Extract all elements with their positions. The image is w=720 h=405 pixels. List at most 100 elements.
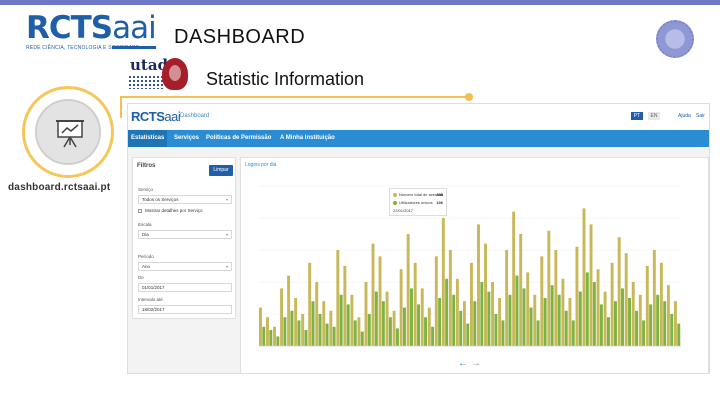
bar-total[interactable] — [448, 250, 452, 346]
bar-total[interactable] — [420, 288, 424, 346]
bar-total[interactable] — [582, 208, 586, 346]
bar-total[interactable] — [645, 266, 649, 346]
bar-unique[interactable] — [585, 272, 589, 346]
bar-total[interactable] — [470, 262, 473, 346]
bar-total[interactable] — [547, 230, 551, 346]
bar-unique[interactable] — [283, 317, 287, 346]
bar-total[interactable] — [596, 269, 600, 346]
bar-unique[interactable] — [311, 301, 315, 346]
lang-en-button[interactable]: EN — [648, 112, 660, 120]
bar-total[interactable] — [294, 298, 298, 346]
bar-total[interactable] — [673, 301, 677, 346]
bar-total[interactable] — [617, 237, 621, 346]
bar-unique[interactable] — [431, 326, 435, 346]
bar-total[interactable] — [259, 307, 262, 346]
bar-unique[interactable] — [325, 323, 329, 346]
period-select[interactable]: Ano ▾ — [138, 262, 232, 271]
bar-total[interactable] — [652, 250, 656, 346]
bar-unique[interactable] — [438, 298, 442, 346]
bar-total[interactable] — [406, 234, 410, 346]
bar-unique[interactable] — [642, 320, 646, 346]
bar-unique[interactable] — [290, 310, 294, 346]
bar-total[interactable] — [350, 294, 354, 346]
bar-total[interactable] — [512, 211, 516, 346]
bar-total[interactable] — [378, 256, 382, 346]
bar-total[interactable] — [287, 275, 291, 346]
bar-unique[interactable] — [395, 328, 399, 346]
bar-unique[interactable] — [677, 323, 681, 346]
detail-checkbox[interactable] — [138, 209, 142, 213]
logout-link[interactable]: Sair — [696, 113, 705, 119]
bar-unique[interactable] — [480, 282, 484, 346]
bar-total[interactable] — [610, 262, 614, 346]
bar-total[interactable] — [301, 314, 305, 346]
bar-unique[interactable] — [529, 307, 533, 346]
bar-unique[interactable] — [466, 323, 470, 346]
arrow-left-icon[interactable]: ← — [458, 358, 471, 369]
bar-total[interactable] — [427, 307, 431, 346]
bar-unique[interactable] — [508, 294, 512, 346]
bar-total[interactable] — [505, 250, 509, 346]
bar-unique[interactable] — [613, 301, 617, 346]
to-date-input[interactable]: 18/02/2017 — [138, 305, 232, 314]
bar-unique[interactable] — [360, 331, 364, 346]
bar-unique[interactable] — [262, 326, 266, 346]
bar-total[interactable] — [455, 278, 459, 346]
bar-total[interactable] — [273, 326, 276, 346]
bar-total[interactable] — [624, 253, 628, 346]
bar-unique[interactable] — [564, 310, 568, 346]
tab-servicos[interactable]: Serviços — [174, 130, 199, 147]
bar-unique[interactable] — [353, 320, 357, 346]
bar-total[interactable] — [399, 269, 403, 346]
from-date-input[interactable]: 01/01/2017 — [138, 283, 232, 292]
bar-total[interactable] — [477, 224, 480, 346]
bar-unique[interactable] — [592, 282, 596, 346]
bar-total[interactable] — [462, 301, 466, 346]
clear-filters-button[interactable]: Limpar — [209, 165, 233, 176]
bar-unique[interactable] — [410, 288, 413, 346]
lang-pt-button[interactable]: PT — [631, 112, 643, 120]
dashboard-logo[interactable]: RCTSaai — [131, 109, 181, 124]
bar-unique[interactable] — [501, 320, 505, 346]
bar-unique[interactable] — [649, 304, 653, 346]
bar-unique[interactable] — [606, 317, 610, 346]
bar-total[interactable] — [329, 310, 333, 346]
tab-instituicao[interactable]: A Minha Instituição — [280, 130, 335, 147]
bar-total[interactable] — [315, 282, 319, 346]
bar-unique[interactable] — [381, 301, 385, 346]
bar-total[interactable] — [491, 282, 495, 346]
bar-unique[interactable] — [318, 314, 322, 346]
bar-unique[interactable] — [276, 336, 280, 346]
bar-total[interactable] — [526, 272, 530, 346]
bar-total[interactable] — [392, 310, 396, 346]
bar-unique[interactable] — [550, 285, 554, 346]
bar-unique[interactable] — [670, 314, 674, 346]
bar-total[interactable] — [357, 317, 361, 346]
bar-total[interactable] — [533, 294, 537, 346]
bar-total[interactable] — [385, 291, 389, 346]
bar-unique[interactable] — [374, 291, 378, 346]
bar-total[interactable] — [343, 266, 347, 346]
bar-unique[interactable] — [402, 307, 406, 346]
bar-unique[interactable] — [424, 317, 428, 346]
bar-total[interactable] — [336, 250, 340, 346]
bar-unique[interactable] — [487, 291, 491, 346]
bar-unique[interactable] — [367, 314, 371, 346]
bar-unique[interactable] — [459, 310, 463, 346]
bar-unique[interactable] — [543, 298, 547, 346]
tab-estatisticas[interactable]: Estatísticas — [128, 130, 168, 147]
bar-unique[interactable] — [663, 301, 667, 346]
bar-unique[interactable] — [297, 320, 301, 346]
bar-unique[interactable] — [628, 298, 631, 346]
bar-total[interactable] — [371, 243, 375, 346]
bar-unique[interactable] — [599, 304, 603, 346]
bar-total[interactable] — [322, 301, 326, 346]
bar-unique[interactable] — [515, 275, 519, 346]
bar-total[interactable] — [280, 288, 284, 346]
bar-unique[interactable] — [473, 301, 477, 346]
bar-total[interactable] — [540, 256, 544, 346]
bar-unique[interactable] — [536, 320, 540, 346]
bar-total[interactable] — [519, 234, 523, 346]
bar-unique[interactable] — [621, 288, 624, 346]
bar-total[interactable] — [308, 262, 312, 346]
